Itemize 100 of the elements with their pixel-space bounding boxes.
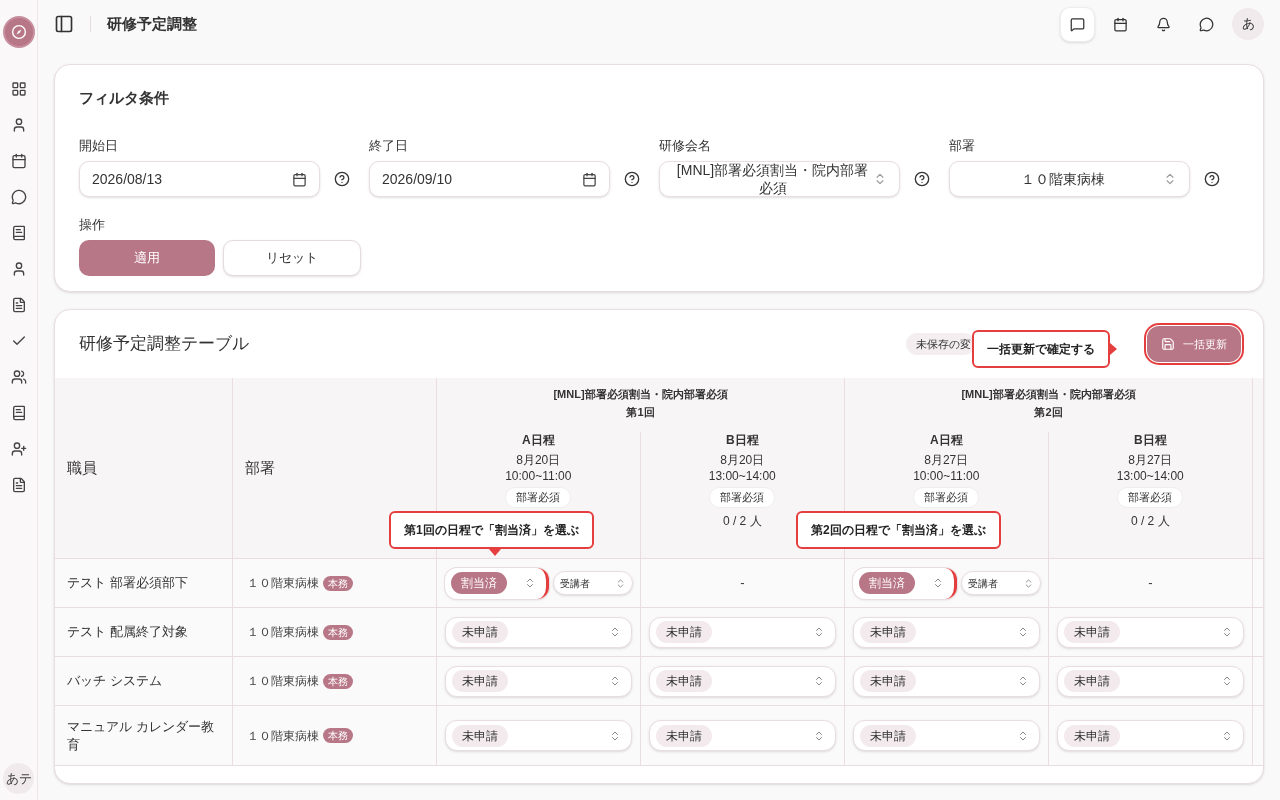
status-select[interactable]: 未申請 bbox=[1057, 720, 1244, 751]
chevron-updown-icon bbox=[1221, 626, 1233, 638]
schedule-time: 10:00~11:00 bbox=[505, 468, 572, 484]
status-select[interactable]: 未申請 bbox=[649, 720, 836, 751]
status-select[interactable]: 未申請 bbox=[649, 665, 836, 697]
status-pill: 未申請 bbox=[452, 670, 508, 692]
round-label: 第2回 bbox=[1034, 405, 1063, 420]
schedule-date: 8月27日 bbox=[1128, 452, 1173, 468]
hint-callout: 第2回の日程で「割当済」を選ぶ bbox=[796, 511, 1001, 549]
schedule-name: B日程 bbox=[1133, 432, 1167, 448]
status-pill: 未申請 bbox=[656, 670, 712, 692]
chevron-updown-icon bbox=[609, 675, 621, 687]
chevron-updown-icon bbox=[932, 577, 944, 589]
status-pill: 未申請 bbox=[1064, 724, 1120, 747]
table-title: 研修予定調整テーブル bbox=[79, 333, 249, 356]
calendar-icon bbox=[1113, 16, 1128, 32]
sidebar-toggle-icon[interactable] bbox=[54, 14, 74, 34]
requirement-tag: 部署必須 bbox=[505, 487, 572, 508]
field-label: 研修会名 bbox=[659, 136, 712, 155]
role-value: 受講者 bbox=[968, 576, 999, 591]
chevron-updown-icon bbox=[813, 626, 825, 638]
status-pill: 未申請 bbox=[860, 621, 916, 643]
department-text: １０階東病棟 bbox=[247, 673, 319, 690]
group-title: [MNL]部署必須割当・院内部署必須 bbox=[553, 387, 728, 402]
help-icon[interactable] bbox=[1204, 171, 1220, 187]
status-pill: 未申請 bbox=[656, 621, 712, 643]
callout-pointer bbox=[489, 549, 501, 556]
status-pill: 未申請 bbox=[452, 724, 508, 747]
chevron-updown-icon bbox=[813, 675, 825, 687]
notebook-icon bbox=[10, 405, 27, 421]
bell-icon bbox=[1156, 16, 1171, 32]
help-icon[interactable] bbox=[914, 171, 930, 187]
chevron-updown-icon bbox=[1017, 675, 1029, 687]
filter-title: フィルタ条件 bbox=[79, 88, 170, 108]
grid-icon bbox=[10, 81, 27, 97]
status-pill: 割当済 bbox=[859, 572, 915, 594]
status-pill: 未申請 bbox=[452, 621, 508, 643]
hint-callout: 第1回の日程で「割当済」を選ぶ bbox=[389, 511, 594, 549]
department-text: １０階東病棟 bbox=[247, 624, 319, 641]
date-field[interactable]: 2026/09/10 bbox=[369, 161, 610, 197]
header-button[interactable] bbox=[1060, 6, 1095, 42]
staff-name: バッチ システム bbox=[67, 672, 162, 690]
attendee-count: 0 / 2 人 bbox=[1130, 512, 1170, 530]
requirement-tag: 部署必須 bbox=[913, 487, 980, 508]
chevron-updown-icon bbox=[1023, 577, 1034, 589]
date-field[interactable]: 2026/08/13 bbox=[79, 161, 320, 197]
calendar-icon bbox=[10, 153, 27, 169]
chat-bubble-icon bbox=[10, 189, 27, 205]
status-pill: 未申請 bbox=[860, 670, 916, 692]
user-avatar[interactable]: あ bbox=[1232, 8, 1264, 40]
chevron-updown-icon bbox=[1221, 675, 1233, 687]
role-value: 受講者 bbox=[560, 576, 591, 591]
staff-name: マニュアル カレンダー教育 bbox=[67, 717, 215, 754]
reset-button[interactable]: リセット bbox=[223, 239, 361, 276]
field-label: 部署 bbox=[949, 136, 976, 155]
status-pill: 未申請 bbox=[1064, 621, 1120, 643]
calendar-icon bbox=[582, 171, 597, 187]
requirement-tag: 部署必須 bbox=[1117, 487, 1184, 508]
status-select[interactable]: 未申請 bbox=[445, 616, 632, 648]
message-icon bbox=[1070, 16, 1085, 32]
column-header: 部署 bbox=[245, 457, 275, 478]
status-pill: 割当済 bbox=[451, 572, 507, 594]
field-label: 操作 bbox=[79, 216, 106, 234]
empty-cell-text: - bbox=[1148, 574, 1153, 593]
attendee-count: 0 / 2 人 bbox=[722, 512, 762, 530]
field-label: 終了日 bbox=[369, 136, 409, 155]
role-select[interactable]: 受講者 bbox=[961, 571, 1041, 595]
chevron-updown-icon bbox=[813, 729, 825, 742]
select-field[interactable]: １０階東病棟 bbox=[949, 161, 1190, 197]
schedule-time: 10:00~11:00 bbox=[913, 468, 980, 484]
status-select[interactable]: 未申請 bbox=[853, 665, 1040, 697]
status-select[interactable]: 未申請 bbox=[853, 720, 1040, 751]
calendar-icon bbox=[292, 171, 307, 187]
status-select[interactable]: 未申請 bbox=[649, 616, 836, 648]
status-select[interactable]: 未申請 bbox=[853, 616, 1040, 648]
status-select[interactable]: 未申請 bbox=[1057, 616, 1244, 648]
field-value: 2026/09/10 bbox=[382, 169, 454, 189]
field-value: 2026/08/13 bbox=[92, 169, 164, 189]
status-select[interactable]: 未申請 bbox=[1057, 665, 1244, 697]
help-icon[interactable] bbox=[624, 171, 640, 187]
schedule-date: 8月27日 bbox=[924, 452, 969, 468]
status-select[interactable]: 未申請 bbox=[445, 720, 632, 751]
empty-cell-text: - bbox=[740, 574, 745, 593]
notebook-icon bbox=[10, 225, 27, 241]
schedule-date: 8月20日 bbox=[720, 452, 765, 468]
status-select[interactable]: 未申請 bbox=[445, 665, 632, 697]
chevron-updown-icon bbox=[609, 729, 621, 742]
primary-badge: 本務 bbox=[323, 624, 353, 640]
select-field[interactable]: [MNL]部署必須割当・院内部署必須 bbox=[659, 161, 900, 197]
save-icon bbox=[1161, 337, 1175, 351]
unsaved-badge: 未保存の変 bbox=[906, 332, 975, 356]
user-avatar[interactable]: あテ bbox=[3, 763, 34, 794]
schedule-name: A日程 bbox=[521, 432, 555, 448]
help-icon[interactable] bbox=[334, 171, 350, 187]
status-pill: 未申請 bbox=[860, 724, 916, 747]
chevron-updown-icon bbox=[609, 626, 621, 638]
logo-icon[interactable] bbox=[2, 16, 35, 48]
requirement-tag: 部署必須 bbox=[709, 487, 776, 508]
role-select[interactable]: 受講者 bbox=[553, 571, 633, 595]
department-text: １０階東病棟 bbox=[247, 575, 319, 592]
